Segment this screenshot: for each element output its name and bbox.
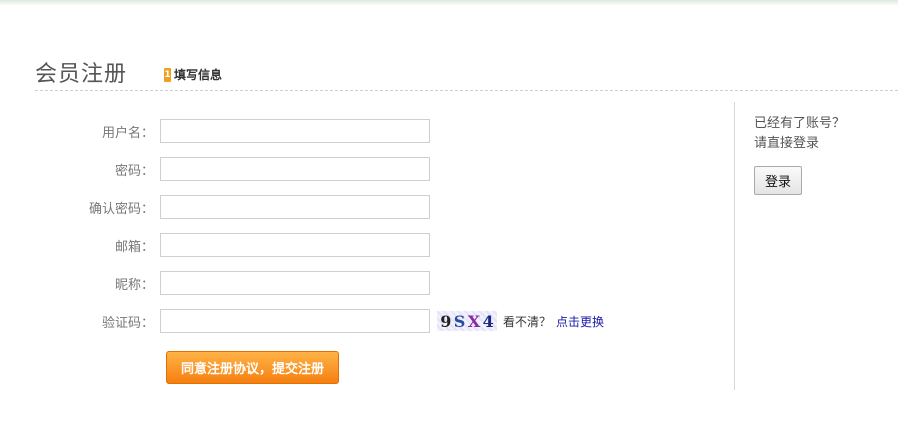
captcha-image[interactable]: 9 S X 4: [437, 311, 497, 331]
submit-register-button[interactable]: 同意注册协议，提交注册: [166, 351, 339, 384]
nickname-label: 昵称：: [114, 277, 154, 293]
captcha-char: 9: [440, 311, 452, 331]
captcha-char: 4: [482, 311, 494, 331]
captcha-input[interactable]: [160, 309, 430, 333]
have-account-text: 已经有了账号？: [754, 116, 846, 131]
username-input[interactable]: [160, 119, 430, 143]
captcha-refresh-link[interactable]: 点击更换: [556, 313, 604, 330]
captcha-label: 验证码：: [101, 315, 154, 331]
form-row-captcha: 验证码： 9 S X 4 看不清？ 点击更换: [0, 309, 604, 333]
form-row-email: 邮箱：: [0, 233, 430, 257]
nickname-input[interactable]: [160, 271, 430, 295]
email-label: 邮箱：: [114, 239, 154, 255]
password-input[interactable]: [160, 157, 430, 181]
page-header: 会员注册 1 填写信息: [35, 52, 898, 91]
top-bar: [0, 0, 898, 6]
confirm-password-label: 确认密码：: [88, 201, 154, 217]
form-row-nickname: 昵称：: [0, 271, 430, 295]
captcha-char: S: [453, 311, 466, 331]
step-indicator: 1 填写信息: [164, 66, 222, 83]
login-directly-text: 请直接登录: [754, 136, 820, 151]
form-row-username: 用户名：: [0, 119, 430, 143]
email-input[interactable]: [160, 233, 430, 257]
username-label: 用户名：: [101, 125, 154, 141]
login-side-panel: 已经有了账号？ 请直接登录 登录: [754, 114, 894, 195]
form-row-confirm-password: 确认密码：: [0, 195, 430, 219]
captcha-hint: 看不清？: [503, 314, 552, 329]
form-row-password: 密码：: [0, 157, 430, 181]
page-title: 会员注册: [35, 62, 128, 87]
login-button[interactable]: 登录: [754, 166, 802, 195]
password-label: 密码：: [114, 163, 154, 179]
side-divider: [734, 102, 735, 390]
confirm-password-input[interactable]: [160, 195, 430, 219]
step-number-icon: 1: [164, 67, 171, 82]
step-label: 填写信息: [174, 68, 223, 82]
captcha-char: X: [467, 311, 481, 331]
